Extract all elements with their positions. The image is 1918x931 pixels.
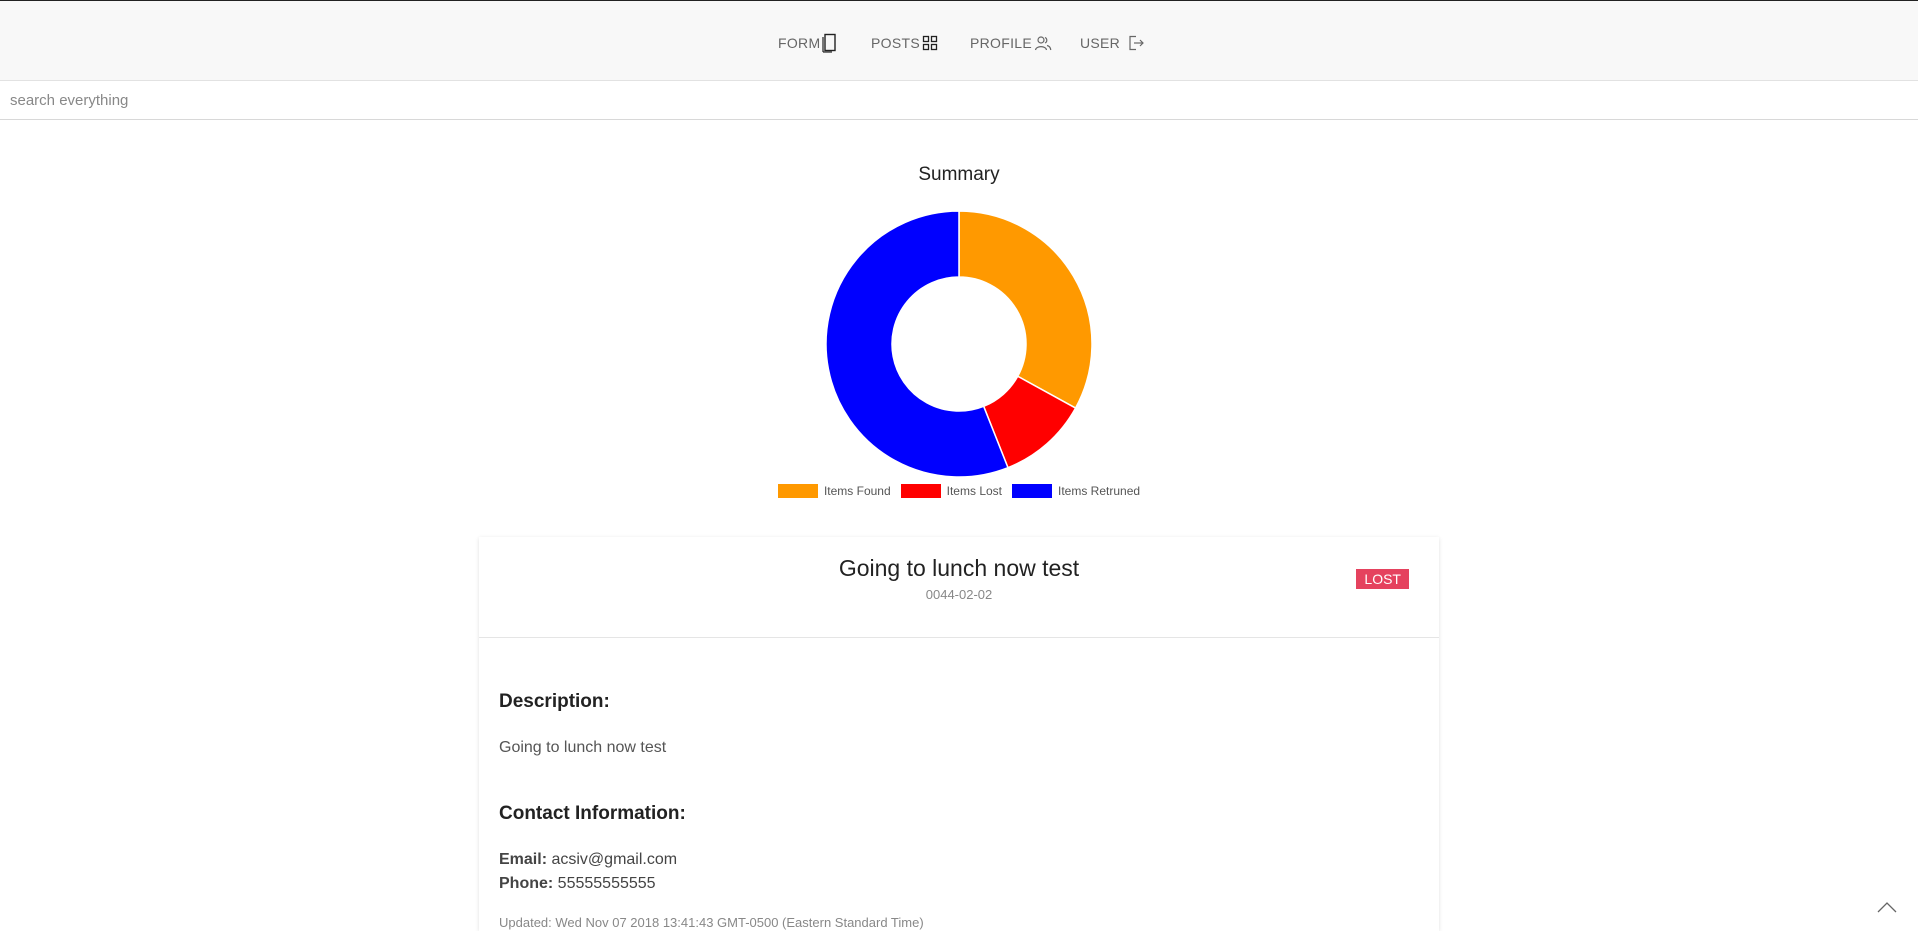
scroll-top-icon[interactable] [1876, 900, 1898, 914]
sign-out-icon [1129, 35, 1144, 51]
slice-items-found[interactable] [958, 210, 1093, 410]
top-navbar: FORM POSTS PROFILE USER [0, 0, 1918, 81]
post-card: Going to lunch now test 0044-02-02 LOST … [479, 537, 1439, 931]
post-title: Going to lunch now test [838, 555, 1080, 581]
legend-item-found[interactable]: Items Found [777, 484, 891, 498]
updated-timestamp: Updated: Wed Nov 07 2018 13:41:43 GMT-05… [499, 915, 924, 930]
nav-posts[interactable]: POSTS [871, 31, 938, 55]
status-badge: LOST [1356, 569, 1409, 589]
nav-form[interactable]: FORM [778, 31, 838, 55]
search-input[interactable] [0, 82, 1918, 120]
nav-posts-label: POSTS [871, 35, 920, 51]
email-line: Email: acsiv@gmail.com [499, 851, 677, 869]
legend-item-returned[interactable]: Items Retruned [1012, 484, 1140, 498]
tablet-icon [822, 33, 837, 53]
phone-value: 55555555555 [557, 875, 656, 892]
users-icon [1034, 36, 1052, 51]
email-value: acsiv@gmail.com [551, 851, 678, 868]
legend-label-lost: Items Lost [946, 484, 1002, 498]
main-nav: FORM POSTS PROFILE USER [0, 31, 1918, 55]
contact-heading: Contact Information: [499, 803, 686, 824]
grid-icon [922, 35, 938, 51]
description-heading: Description: [499, 691, 610, 712]
nav-user[interactable]: USER [1080, 31, 1150, 55]
donut-chart [825, 210, 1093, 478]
nav-profile-label: PROFILE [970, 35, 1033, 51]
legend-swatch-returned [1012, 484, 1052, 498]
chart-title: Summary [918, 164, 1000, 185]
legend-label-found: Items Found [823, 484, 891, 498]
description-text: Going to lunch now test [499, 739, 667, 756]
post-card-header: Going to lunch now test 0044-02-02 LOST [479, 537, 1439, 638]
legend-item-lost[interactable]: Items Lost [900, 484, 1002, 498]
nav-profile[interactable]: PROFILE [970, 31, 1052, 55]
legend-swatch-found [777, 484, 818, 498]
post-date: 0044-02-02 [925, 587, 993, 602]
chart-legend: Items Found Items Lost Items Retruned [0, 484, 1918, 498]
legend-label-returned: Items Retruned [1058, 484, 1141, 498]
phone-line: Phone: 55555555555 [499, 875, 656, 893]
email-label: Email: [499, 851, 548, 868]
nav-user-label: USER [1080, 35, 1121, 51]
phone-label: Phone: [499, 875, 554, 892]
nav-form-label: FORM [778, 35, 821, 51]
legend-swatch-lost [900, 484, 941, 498]
